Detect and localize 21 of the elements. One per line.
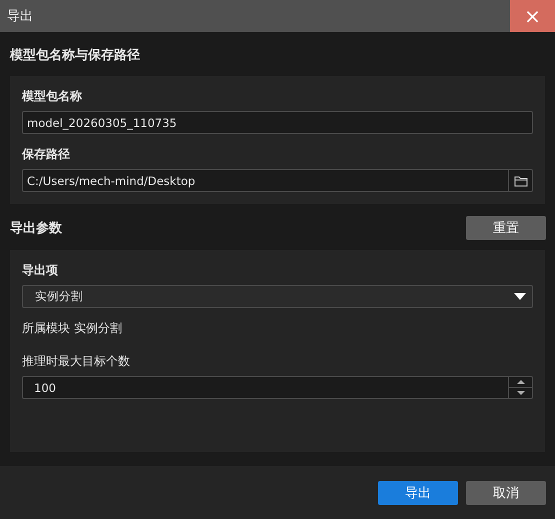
export-button[interactable]: 导出: [378, 480, 458, 504]
window-title: 导出: [6, 8, 33, 25]
input-field[interactable]: model_20260305_110735: [22, 111, 533, 134]
cancel-button[interactable]: 取消: [466, 480, 546, 504]
path-field[interactable]: C:/Users/mech-mind/Desktop: [22, 169, 533, 192]
section-title: 导出参数: [10, 220, 62, 237]
field-label: 导出项: [22, 262, 59, 279]
caret-up-icon: [516, 380, 524, 384]
field-label: 模型包名称: [22, 88, 83, 105]
folder-icon: [514, 174, 528, 186]
field-label: 推理时最大目标个数: [22, 353, 131, 370]
caret-down-icon: [516, 391, 524, 395]
dropdown[interactable]: 实例分割: [22, 285, 533, 308]
reset-button[interactable]: 重置: [466, 216, 546, 240]
decrement-button[interactable]: [509, 387, 532, 398]
number-field[interactable]: 100: [22, 376, 533, 399]
section-title: 模型包名称与保存路径: [10, 47, 140, 64]
caret-down-icon: [514, 293, 526, 300]
module-value: 实例分割: [74, 320, 122, 337]
module-label: 所属模块: [22, 320, 70, 337]
field-label: 保存路径: [22, 146, 71, 163]
